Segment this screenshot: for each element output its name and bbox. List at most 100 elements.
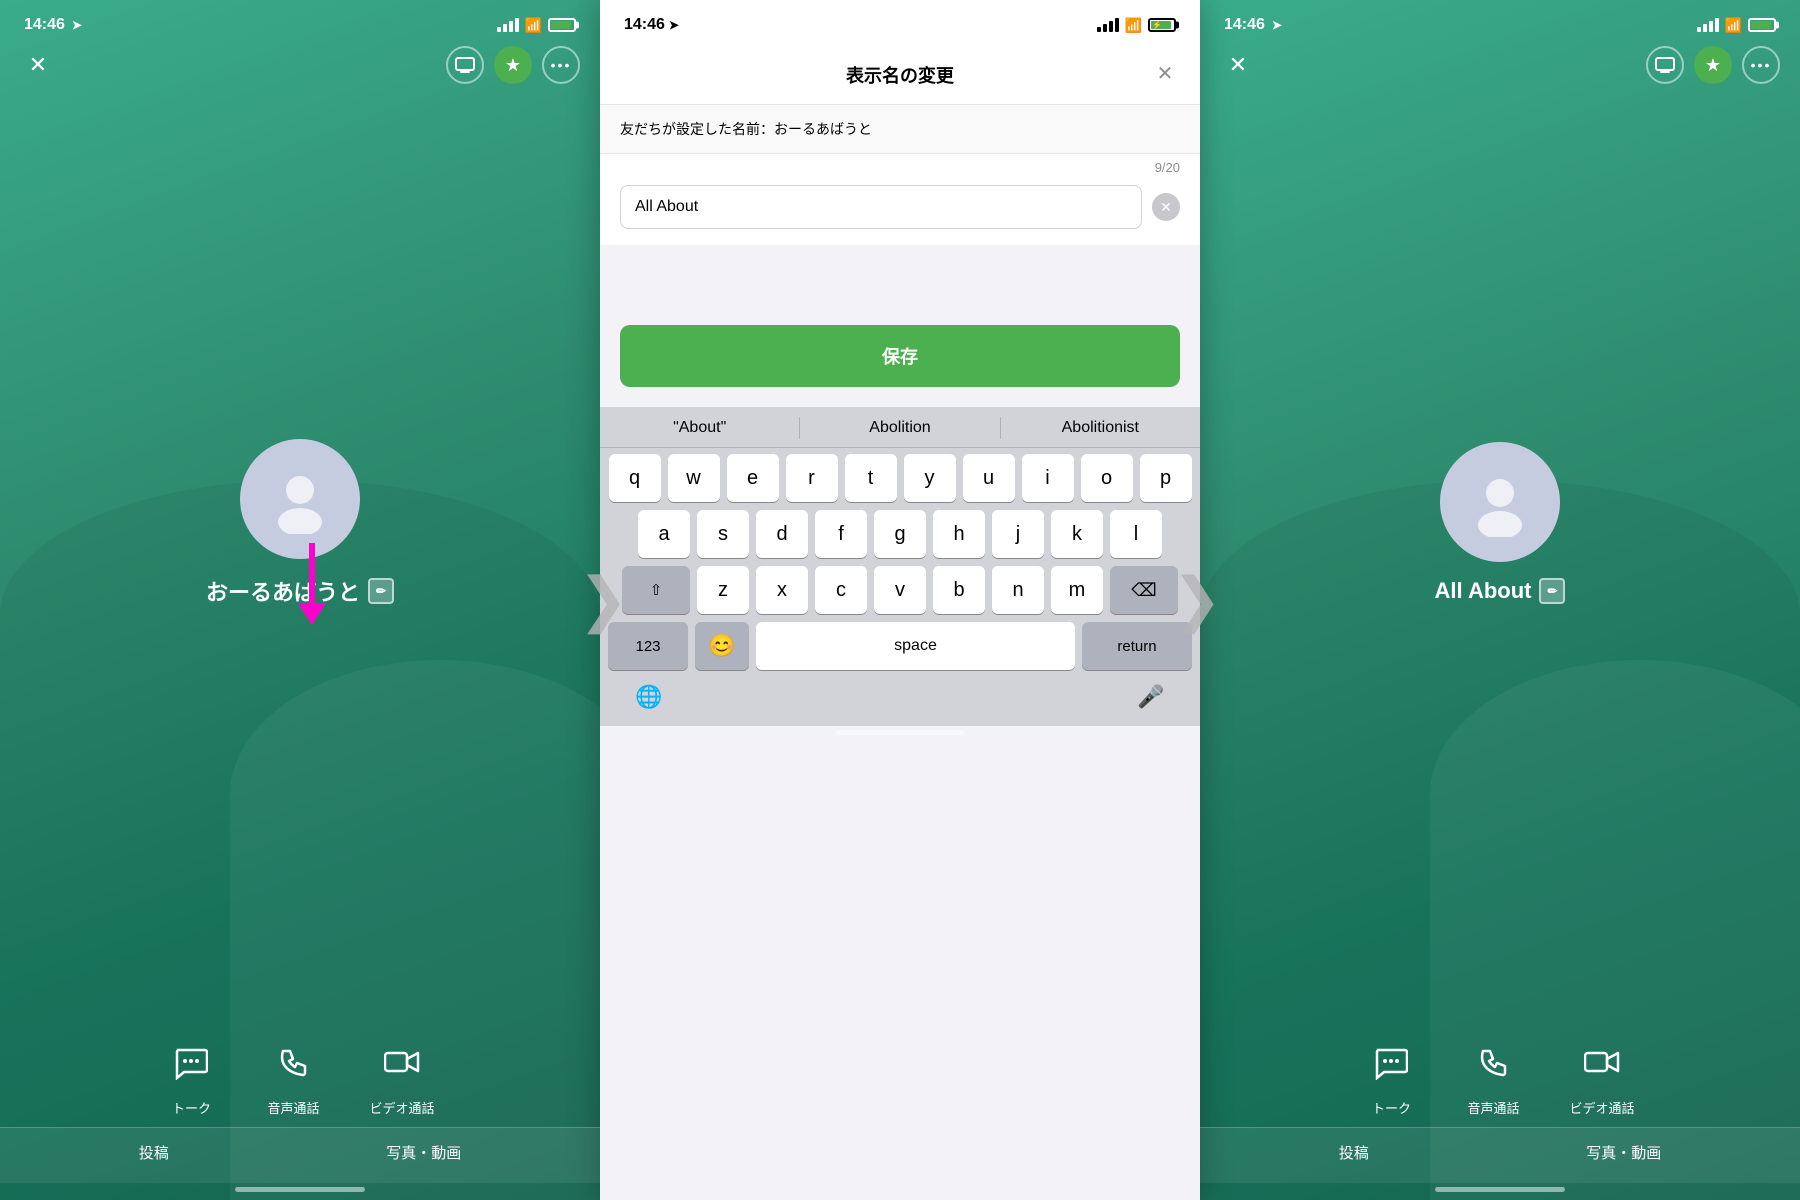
- right-phone-icon: [1467, 1038, 1519, 1090]
- left-action-row: トーク 音声通話 ビデオ通話: [0, 1018, 600, 1127]
- keyboard-row-4: 123 😊 space return: [600, 616, 1200, 680]
- dialog-close-button[interactable]: ✕: [1150, 58, 1180, 88]
- key-a[interactable]: a: [638, 510, 690, 558]
- autocomplete-bar: "About" Abolition Abolitionist: [600, 407, 1200, 448]
- key-l[interactable]: l: [1110, 510, 1162, 558]
- key-j[interactable]: j: [992, 510, 1044, 558]
- key-d[interactable]: d: [756, 510, 808, 558]
- keyboard: "About" Abolition Abolitionist q w e r t…: [600, 407, 1200, 726]
- key-g[interactable]: g: [874, 510, 926, 558]
- key-o[interactable]: o: [1081, 454, 1133, 502]
- left-profile-area: おーるあばうと ✏: [0, 32, 600, 1018]
- keyboard-row-2: a s d f g h j k l: [600, 504, 1200, 560]
- autocomplete-item-0[interactable]: "About": [600, 417, 800, 439]
- right-location-icon: ➤: [1272, 18, 1282, 32]
- middle-wifi-icon: 📶: [1125, 17, 1142, 34]
- voice-call-button[interactable]: 音声通話: [267, 1038, 319, 1117]
- display-name-input[interactable]: [620, 185, 1142, 229]
- char-count: 9/20: [600, 154, 1200, 175]
- key-e[interactable]: e: [727, 454, 779, 502]
- middle-status-icons: 📶 ⚡: [1097, 17, 1176, 34]
- right-signal-icon: [1697, 18, 1719, 32]
- globe-key[interactable]: 🌐: [624, 684, 674, 710]
- dialog-header: 表示名の変更 ✕: [600, 42, 1200, 105]
- key-t[interactable]: t: [845, 454, 897, 502]
- right-action-row: トーク 音声通話 ビデオ通話: [1200, 1018, 1800, 1127]
- talk-button[interactable]: トーク: [165, 1038, 217, 1117]
- right-battery-icon: [1748, 18, 1776, 32]
- key-m[interactable]: m: [1051, 566, 1103, 614]
- post-button[interactable]: 投稿: [139, 1142, 169, 1163]
- save-button[interactable]: 保存: [620, 325, 1180, 387]
- wifi-icon: 📶: [525, 17, 542, 34]
- emoji-key[interactable]: 😊: [695, 622, 749, 670]
- left-phone-screen: 14:46 ➤ 📶 ✕ ★: [0, 0, 600, 1200]
- right-avatar: [1440, 442, 1560, 562]
- right-wifi-icon: 📶: [1725, 17, 1742, 34]
- phone-icon: [267, 1038, 319, 1090]
- shift-key[interactable]: ⇧: [622, 566, 690, 614]
- right-status-icons: 📶: [1697, 17, 1776, 34]
- key-z[interactable]: z: [697, 566, 749, 614]
- battery-icon: [548, 18, 576, 32]
- middle-phone-screen: ❯ ❯ 14:46 ➤ 📶 ⚡ 表示名の変更: [600, 0, 1200, 1200]
- key-i[interactable]: i: [1022, 454, 1074, 502]
- autocomplete-item-2[interactable]: Abolitionist: [1001, 417, 1200, 439]
- video-icon: [376, 1038, 428, 1090]
- key-b[interactable]: b: [933, 566, 985, 614]
- delete-key[interactable]: ⌫: [1110, 566, 1178, 614]
- left-home-indicator: [235, 1187, 365, 1192]
- input-row: ✕: [600, 175, 1200, 245]
- left-bottom-nav: 投稿 写真・動画: [0, 1127, 600, 1183]
- keyboard-row-1: q w e r t y u i o p: [600, 448, 1200, 504]
- key-v[interactable]: v: [874, 566, 926, 614]
- key-p[interactable]: p: [1140, 454, 1192, 502]
- key-k[interactable]: k: [1051, 510, 1103, 558]
- middle-battery-icon: ⚡: [1148, 18, 1176, 32]
- autocomplete-item-1[interactable]: Abolition: [800, 417, 1000, 439]
- middle-location-icon: ➤: [669, 18, 679, 32]
- keyboard-row-3: ⇧ z x c v b n m ⌫: [600, 560, 1200, 616]
- location-icon: ➤: [72, 18, 82, 32]
- key-c[interactable]: c: [815, 566, 867, 614]
- left-avatar: [240, 439, 360, 559]
- photos-button[interactable]: 写真・動画: [386, 1142, 461, 1163]
- right-profile-name: All About ✏: [1435, 578, 1566, 604]
- key-r[interactable]: r: [786, 454, 838, 502]
- key-n[interactable]: n: [992, 566, 1044, 614]
- right-voice-call-button[interactable]: 音声通話: [1467, 1038, 1519, 1117]
- space-key[interactable]: space: [756, 622, 1075, 670]
- key-u[interactable]: u: [963, 454, 1015, 502]
- dialog-title: 表示名の変更: [846, 62, 954, 88]
- rename-dialog: 表示名の変更 ✕ 友だちが設定した名前：おーるあばうと 9/20 ✕: [600, 42, 1200, 245]
- key-h[interactable]: h: [933, 510, 985, 558]
- key-s[interactable]: s: [697, 510, 749, 558]
- spacer: [600, 245, 1200, 325]
- signal-icon: [497, 18, 519, 32]
- microphone-key[interactable]: 🎤: [1126, 684, 1176, 710]
- keyboard-bottom-row: 🌐 🎤: [600, 680, 1200, 726]
- right-edit-name-button[interactable]: ✏: [1539, 578, 1565, 604]
- right-photos-button[interactable]: 写真・動画: [1586, 1142, 1661, 1163]
- right-bottom-nav: 投稿 写真・動画: [1200, 1127, 1800, 1183]
- key-y[interactable]: y: [904, 454, 956, 502]
- chat-icon: [165, 1038, 217, 1090]
- key-w[interactable]: w: [668, 454, 720, 502]
- edit-name-button[interactable]: ✏: [368, 578, 394, 604]
- clear-input-button[interactable]: ✕: [1152, 193, 1180, 221]
- key-q[interactable]: q: [609, 454, 661, 502]
- left-status-icons: 📶: [497, 17, 576, 34]
- right-phone-screen: 14:46 ➤ 📶 ✕ ★: [1200, 0, 1800, 1200]
- key-f[interactable]: f: [815, 510, 867, 558]
- right-profile-area: All About ✏: [1200, 32, 1800, 1018]
- key-x[interactable]: x: [756, 566, 808, 614]
- middle-time: 14:46 ➤: [624, 16, 679, 34]
- middle-status-bar: 14:46 ➤ 📶 ⚡: [600, 0, 1200, 42]
- right-video-call-button[interactable]: ビデオ通話: [1570, 1038, 1635, 1117]
- right-video-icon: [1576, 1038, 1628, 1090]
- pink-arrow-annotation: [298, 543, 326, 625]
- middle-signal-icon: [1097, 18, 1119, 32]
- right-talk-button[interactable]: トーク: [1365, 1038, 1417, 1117]
- video-call-button[interactable]: ビデオ通話: [370, 1038, 435, 1117]
- right-post-button[interactable]: 投稿: [1339, 1142, 1369, 1163]
